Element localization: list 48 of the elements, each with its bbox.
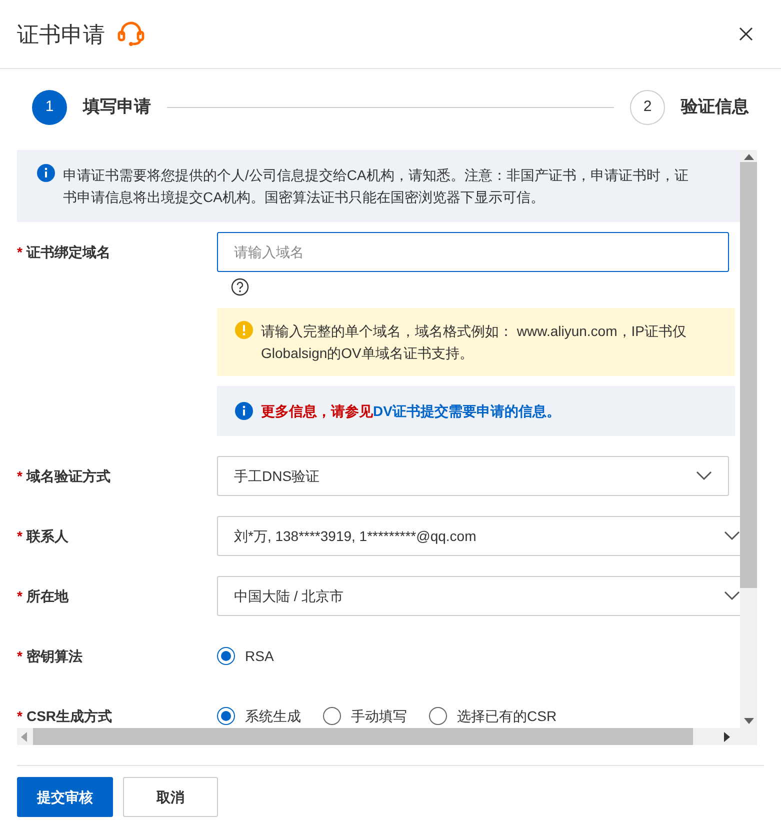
required-mark: * [17, 586, 22, 606]
chevron-down-icon [724, 531, 740, 541]
close-icon[interactable] [738, 26, 754, 42]
select-field[interactable]: 刘*万, 138****3919, 1*********@qq.com [217, 516, 740, 556]
select-value: 刘*万, 138****3919, 1*********@qq.com [234, 526, 476, 546]
dialog-title: 证书申请 [17, 20, 105, 48]
radio-option[interactable]: RSA [217, 646, 274, 666]
arrow-right-icon[interactable] [724, 732, 730, 742]
help-icon[interactable] [231, 278, 249, 296]
required-mark: * [17, 243, 22, 262]
step-label: 填写申请 [83, 96, 151, 118]
info-text: 更多信息，请参见DV证书提交需要申请的信息。 [261, 402, 560, 420]
warning-text: 请输入完整的单个域名，域名格式例如： www.aliyun.com，IP证书仅Globalsign的OV单域名证书支持。 [261, 322, 688, 363]
cancel-button[interactable]: 取消 [123, 777, 218, 817]
required-mark: * [17, 526, 22, 546]
field-label: 联系人 [26, 526, 68, 546]
field-label: CSR生成方式 [26, 706, 112, 726]
step-label: 验证信息 [681, 96, 749, 118]
radio-option[interactable]: 选择已有的CSR [429, 706, 557, 726]
field-label: 证书绑定域名 [26, 243, 110, 262]
vertical-scrollbar[interactable] [740, 150, 757, 728]
required-mark: * [17, 706, 22, 726]
select-field[interactable]: 中国大陆 / 北京市 [217, 576, 740, 616]
required-mark: * [17, 646, 22, 666]
horizontal-scrollbar[interactable] [17, 728, 757, 745]
headset-icon[interactable] [117, 21, 145, 47]
info-link[interactable]: DV证书提交需要申请的信息。 [373, 402, 560, 418]
field-label: 密钥算法 [26, 646, 82, 666]
step-number: 2 [630, 90, 665, 124]
arrow-up-icon[interactable] [744, 154, 754, 160]
radio-option[interactable]: 手动填写 [323, 706, 407, 726]
chevron-down-icon [724, 591, 740, 601]
chevron-down-icon [696, 471, 712, 481]
select-field[interactable]: 手工DNS验证 [217, 456, 729, 496]
notice-text: 申请证书需要将您提供的个人/公司信息提交给CA机构，请知悉。注意：非国产证书，申请证书时，证书申请信息将出境提交CA机构。国密算法证书只能在国密浏览器下显示可信。 [63, 166, 690, 207]
warning-icon [235, 321, 253, 339]
info-icon [37, 164, 55, 182]
field-label: 所在地 [26, 586, 68, 606]
select-value: 中国大陆 / 北京市 [234, 586, 344, 606]
radio-option[interactable]: 系统生成 [217, 706, 301, 726]
select-value: 手工DNS验证 [234, 466, 320, 486]
required-mark: * [17, 466, 22, 486]
field-label: 域名验证方式 [26, 466, 110, 486]
arrow-down-icon[interactable] [744, 718, 754, 724]
step-number: 1 [32, 90, 67, 124]
domain-input-field[interactable]: 请输入域名 [217, 232, 729, 272]
info-icon [235, 402, 253, 420]
submit-button[interactable]: 提交审核 [17, 777, 113, 817]
